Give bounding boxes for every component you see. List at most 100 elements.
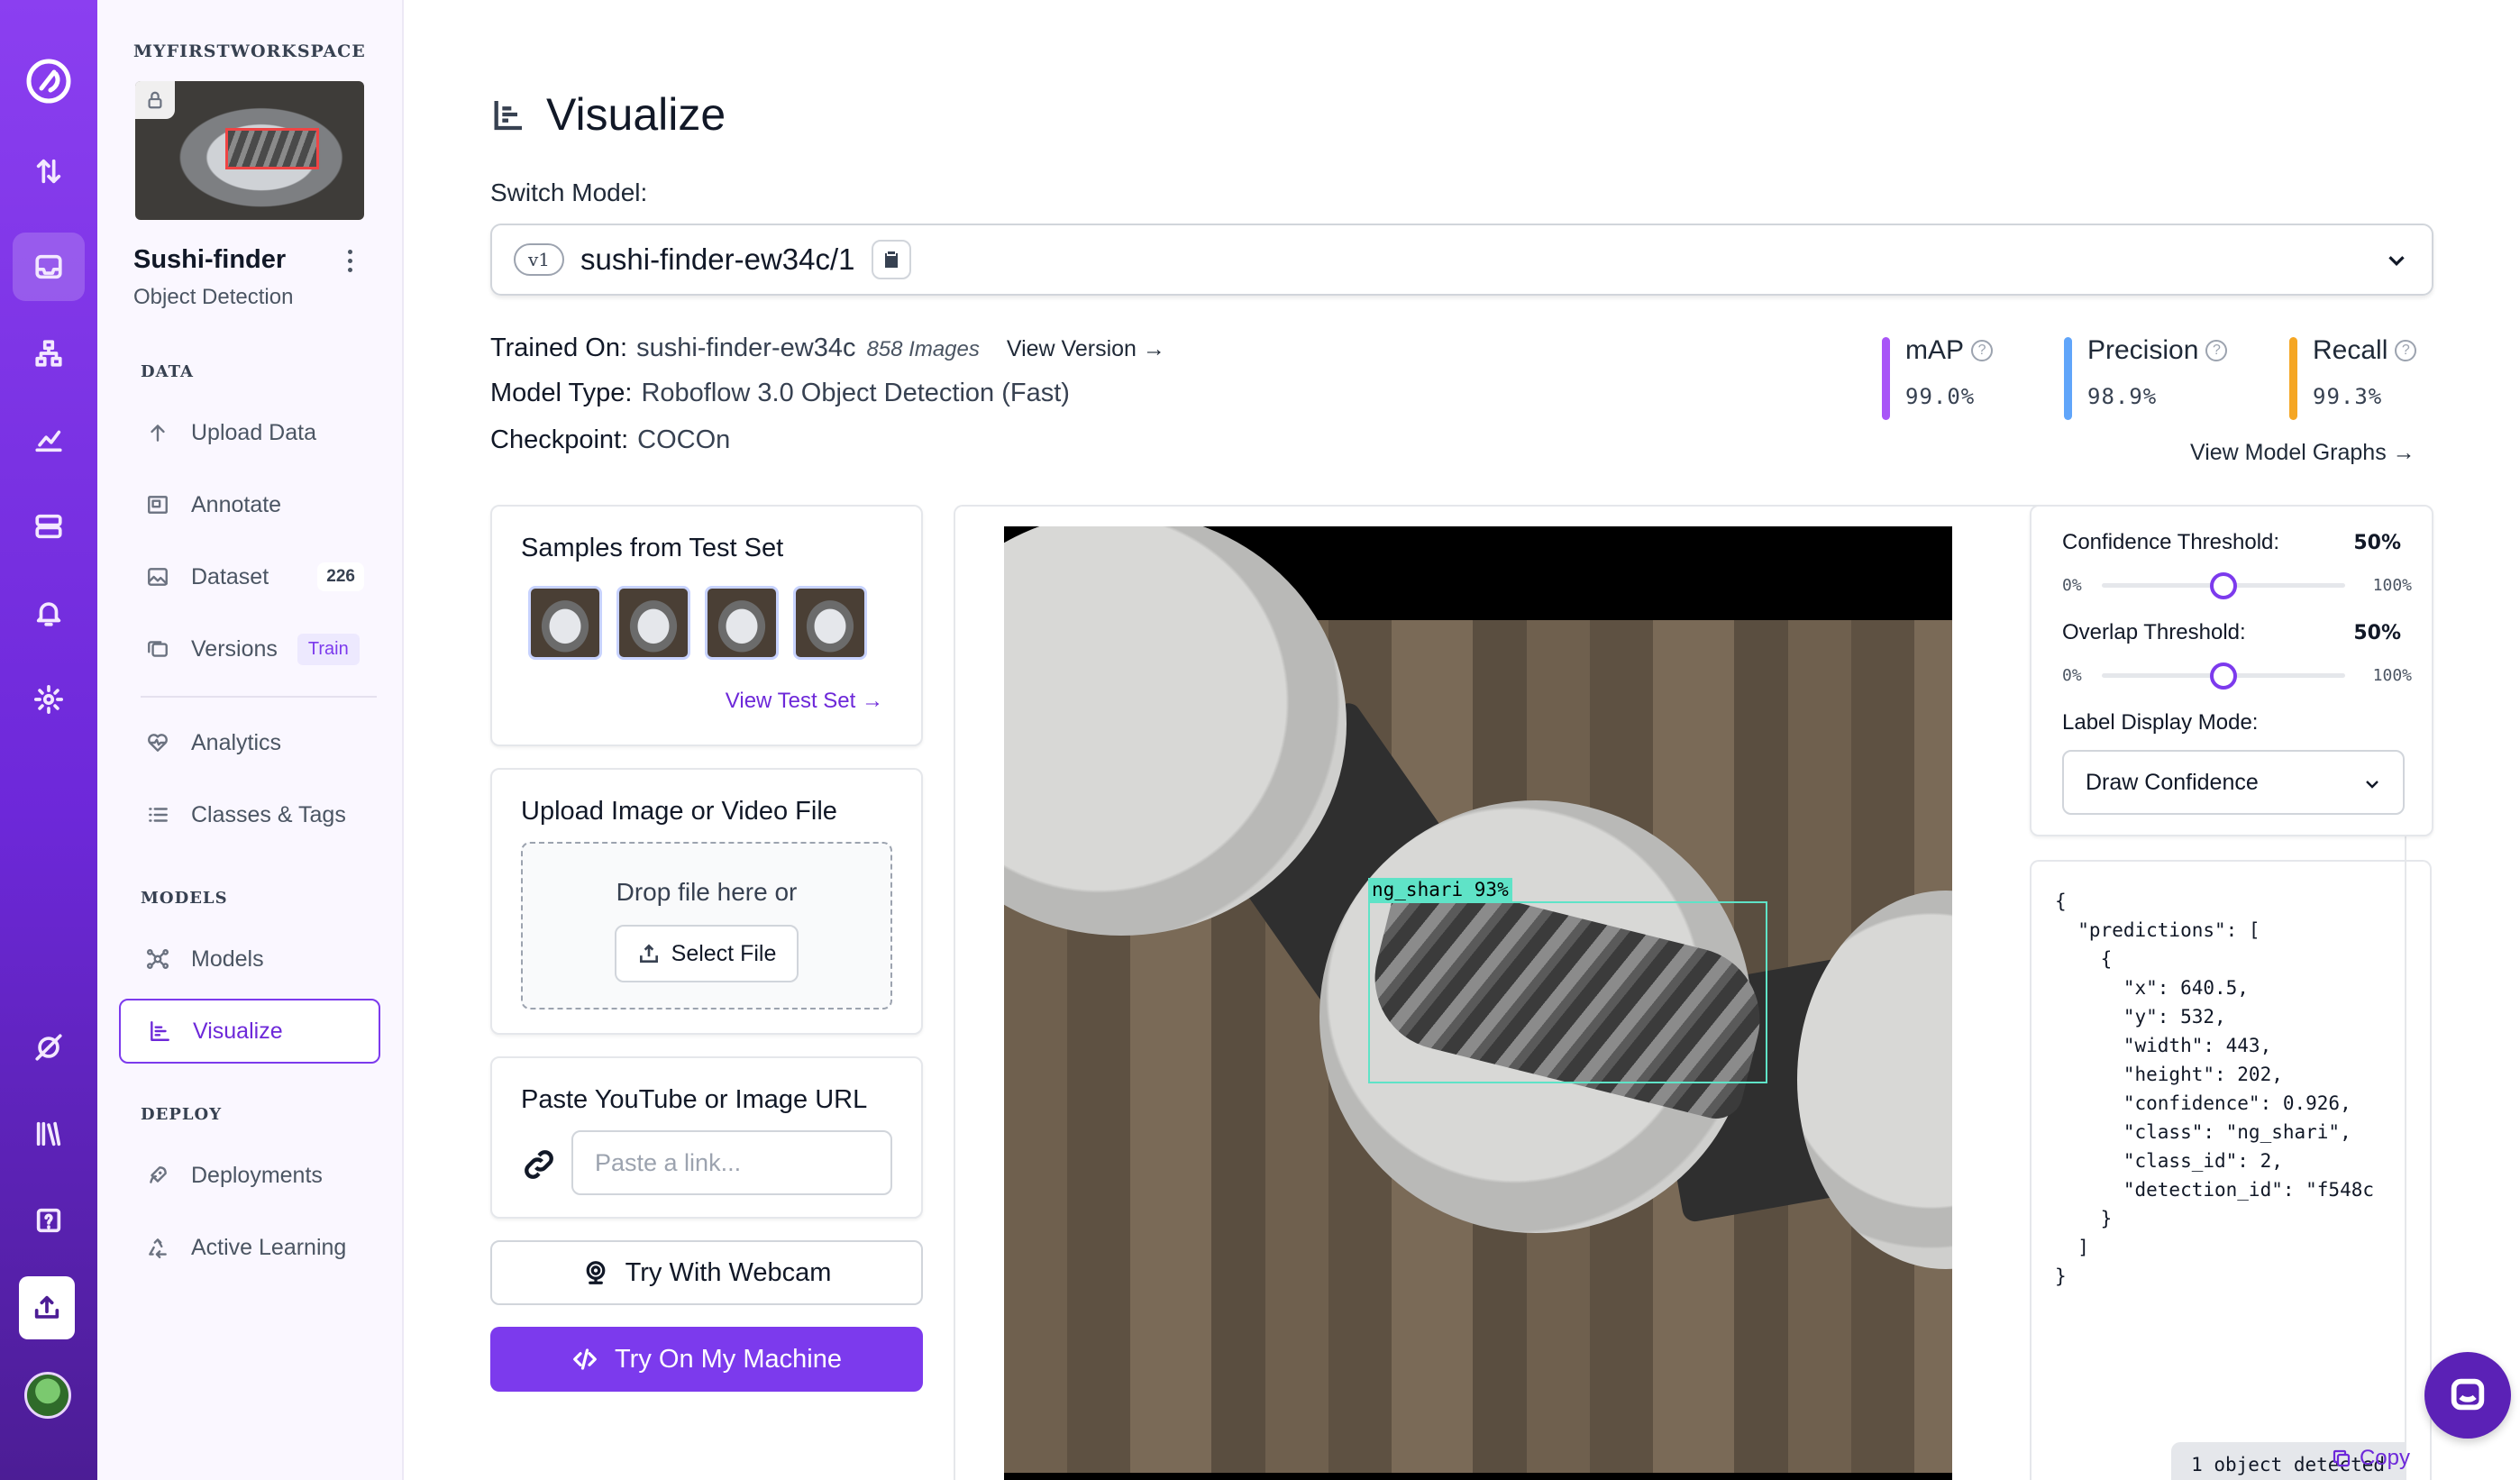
chevron-down-icon xyxy=(2388,256,2405,267)
json-output-panel[interactable]: { "predictions": [ { "x": 640.5, "y": 53… xyxy=(2030,860,2432,1480)
universe-satellite-icon[interactable] xyxy=(13,1013,85,1082)
sidebar-item-annotate[interactable]: Annotate xyxy=(119,472,380,537)
copy-model-id-button[interactable] xyxy=(871,240,911,279)
sidebar-item-label: Active Learning xyxy=(191,1234,347,1260)
trained-on-value: sushi-finder-ew34c xyxy=(636,333,856,362)
select-file-button[interactable]: Select File xyxy=(615,925,799,982)
sidebar-item-label: Visualize xyxy=(193,1018,283,1044)
detection-label: ng_shari 93% xyxy=(1368,878,1512,901)
chat-support-button[interactable] xyxy=(2424,1352,2511,1439)
settings-gear-icon[interactable] xyxy=(13,665,85,734)
view-model-graphs-link[interactable]: View Model Graphs → xyxy=(2190,440,2415,466)
sidebar-item-visualize[interactable]: Visualize xyxy=(119,999,380,1064)
confidence-slider-knob[interactable] xyxy=(2210,572,2237,599)
sidebar-item-models[interactable]: Models xyxy=(119,927,380,991)
slider-min: 0% xyxy=(2062,576,2082,595)
sidebar-item-upload-data[interactable]: Upload Data xyxy=(119,400,380,465)
overlap-value: 50% xyxy=(2353,622,2401,644)
try-on-machine-button[interactable]: Try On My Machine xyxy=(490,1327,923,1392)
dataset-count-badge: 226 xyxy=(317,562,364,591)
project-thumbnail[interactable] xyxy=(135,81,364,220)
workspace-name[interactable]: MYFIRSTWORKSPACE xyxy=(133,41,366,61)
projects-inbox-icon[interactable] xyxy=(13,233,85,301)
sidebar-item-analytics[interactable]: Analytics xyxy=(119,710,380,775)
samples-card: Samples from Test Set View Test Set → xyxy=(490,505,923,746)
lock-icon xyxy=(135,81,175,119)
deployments-server-icon[interactable] xyxy=(13,492,85,561)
sample-thumbnail[interactable] xyxy=(616,586,690,660)
metric-color-bar xyxy=(1882,337,1890,420)
roboflow-logo-icon[interactable] xyxy=(23,56,74,106)
try-webcam-button[interactable]: Try With Webcam xyxy=(490,1240,923,1305)
workflows-icon[interactable] xyxy=(13,319,85,388)
sample-thumbnail[interactable] xyxy=(793,586,867,660)
sidebar-item-active-learning[interactable]: Active Learning xyxy=(119,1215,380,1280)
transfer-icon[interactable] xyxy=(13,137,85,206)
checkpoint-value: COCOn xyxy=(637,425,731,454)
section-deploy-heading: DEPLOY xyxy=(141,1105,223,1124)
trained-on-row: Trained On: sushi-finder-ew34c 858 Image… xyxy=(490,333,1165,363)
docs-library-icon[interactable] xyxy=(13,1100,85,1168)
overlap-slider[interactable]: 0% 100% xyxy=(2062,662,2412,690)
metric-value: 98.9% xyxy=(2087,384,2158,409)
section-data-heading: DATA xyxy=(141,362,194,381)
visualize-chart-icon xyxy=(494,101,522,131)
label-display-mode-select[interactable]: Draw Confidence xyxy=(2062,750,2405,815)
confidence-label: Confidence Threshold: xyxy=(2062,530,2280,554)
plate xyxy=(1797,891,1952,1269)
project-type: Object Detection xyxy=(133,285,294,309)
sample-thumbnail[interactable] xyxy=(705,586,779,660)
help-question-icon[interactable]: ? xyxy=(1971,340,1994,361)
view-version-link[interactable]: View Version → xyxy=(1007,336,1165,362)
user-avatar[interactable] xyxy=(24,1372,71,1419)
metric-label: Recall xyxy=(2313,335,2388,365)
overlap-slider-knob[interactable] xyxy=(2210,662,2237,690)
notifications-bell-icon[interactable] xyxy=(13,579,85,647)
metric-map: mAP? 99.0% xyxy=(1882,335,1994,420)
model-type-label: Model Type: xyxy=(490,379,633,407)
help-question-icon[interactable]: ? xyxy=(2205,340,2228,361)
inference-image[interactable]: ng_shari 93% xyxy=(1004,526,1952,1480)
analytics-heart-icon xyxy=(148,734,168,752)
rocket-icon xyxy=(150,1166,167,1183)
code-icon xyxy=(573,1348,597,1370)
file-dropzone[interactable]: Drop file here or Select File xyxy=(521,842,892,1010)
sidebar-item-classes-tags[interactable]: Classes & Tags xyxy=(119,782,380,847)
sidebar-item-label: Analytics xyxy=(191,729,282,755)
metric-recall: Recall? 99.3% xyxy=(2289,335,2417,420)
sidebar-item-label: Models xyxy=(191,946,264,972)
visualize-chart-icon xyxy=(151,1021,169,1041)
image-count: 858 Images xyxy=(866,337,980,361)
sidebar-item-dataset[interactable]: Dataset 226 xyxy=(119,544,380,609)
view-test-set-link[interactable]: View Test Set → xyxy=(726,689,883,714)
version-pill: v1 xyxy=(514,243,565,276)
train-badge[interactable]: Train xyxy=(297,633,360,665)
copy-json-button[interactable]: Copy xyxy=(2331,1446,2410,1471)
recycle-icon xyxy=(149,1238,167,1259)
list-icon xyxy=(149,808,168,822)
versions-icon xyxy=(148,641,168,657)
sidebar-item-deployments[interactable]: Deployments xyxy=(119,1143,380,1208)
detection-bounding-box xyxy=(1368,901,1767,1083)
model-select-dropdown[interactable]: v1 sushi-finder-ew34c/1 xyxy=(490,224,2433,296)
sample-thumbnail[interactable] xyxy=(528,586,602,660)
confidence-value: 50% xyxy=(2353,532,2401,554)
url-input[interactable] xyxy=(571,1130,892,1195)
samples-title: Samples from Test Set xyxy=(521,534,784,562)
slider-track[interactable] xyxy=(2102,572,2345,599)
monitoring-chart-icon[interactable] xyxy=(13,406,85,474)
model-type-value: Roboflow 3.0 Object Detection (Fast) xyxy=(641,379,1070,407)
upload-icon[interactable] xyxy=(19,1276,75,1339)
sidebar-item-label: Deployments xyxy=(191,1162,323,1188)
checkpoint-row: Checkpoint: COCOn xyxy=(490,425,730,455)
slider-max: 100% xyxy=(2372,576,2412,595)
project-menu-icon[interactable] xyxy=(339,247,361,274)
upload-arrow-icon xyxy=(151,425,165,442)
help-question-icon[interactable]: ? xyxy=(2395,340,2417,361)
url-card: Paste YouTube or Image URL xyxy=(490,1056,923,1219)
confidence-slider[interactable]: 0% 100% xyxy=(2062,571,2412,599)
help-question-icon[interactable] xyxy=(13,1186,85,1255)
sidebar-item-versions[interactable]: Versions Train xyxy=(119,617,380,681)
switch-model-label: Switch Model: xyxy=(490,178,648,206)
slider-track[interactable] xyxy=(2102,662,2345,690)
